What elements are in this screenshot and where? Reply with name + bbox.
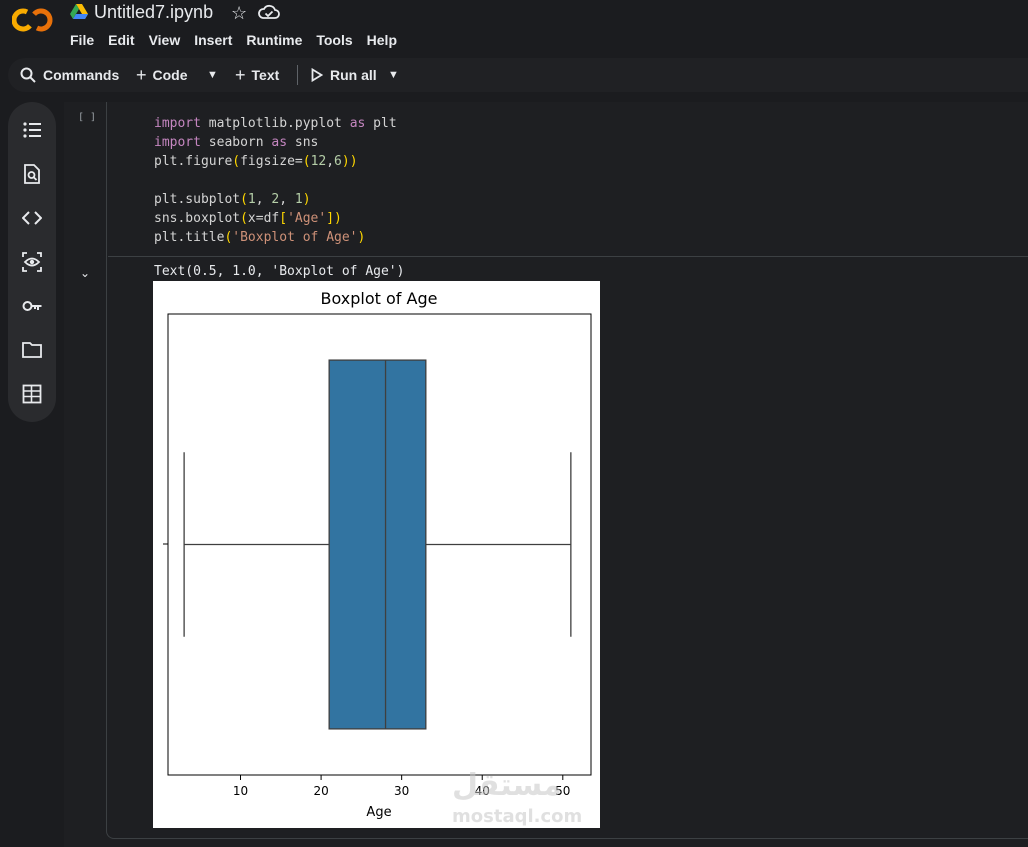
plus-icon: +: [136, 64, 147, 85]
cell-output-text: Text(0.5, 1.0, 'Boxplot of Age'): [154, 264, 405, 279]
left-sidebar: [8, 102, 56, 422]
chart-title: Boxplot of Age: [321, 289, 438, 308]
play-icon: [311, 68, 323, 82]
menu-bar: File Edit View Insert Runtime Tools Help: [70, 32, 411, 48]
commands-button[interactable]: Commands: [20, 58, 119, 92]
search-icon: [20, 67, 36, 83]
code-line: import seaborn as sns: [154, 135, 319, 150]
data-table-icon[interactable]: [22, 384, 42, 404]
add-text-label: Text: [251, 67, 280, 83]
add-code-button[interactable]: + Code: [136, 58, 188, 92]
secrets-icon[interactable]: [22, 296, 42, 316]
code-editor[interactable]: import matplotlib.pyplot as plt import s…: [154, 114, 397, 247]
add-code-dropdown[interactable]: ▼: [207, 58, 218, 92]
top-bar: Untitled7.ipynb ☆ File Edit View Insert …: [0, 0, 1028, 54]
menu-help[interactable]: Help: [367, 32, 397, 48]
files-icon[interactable]: [22, 340, 42, 360]
iqr-box: [328, 359, 427, 730]
menu-edit[interactable]: Edit: [108, 32, 134, 48]
colab-logo[interactable]: [12, 5, 54, 35]
menu-insert[interactable]: Insert: [194, 32, 232, 48]
cell-output-divider: [108, 256, 1028, 257]
x-tick-label: 30: [394, 784, 409, 798]
run-cell-indicator[interactable]: [ ]: [78, 112, 96, 123]
code-line: import matplotlib.pyplot as plt: [154, 116, 397, 131]
caret-down-icon: ▼: [388, 69, 399, 81]
caret-down-icon: ▼: [207, 69, 218, 81]
x-tick-label: 10: [233, 784, 248, 798]
watermark-arabic: مستقل: [452, 768, 562, 803]
find-icon[interactable]: [22, 164, 42, 184]
toolbar-separator: [297, 65, 298, 85]
google-drive-icon[interactable]: [70, 4, 88, 20]
run-all-button[interactable]: Run all: [311, 58, 377, 92]
chevron-down-icon[interactable]: ⌄: [80, 266, 90, 280]
star-icon[interactable]: ☆: [231, 3, 247, 24]
code-line: plt.figure(figsize=(12,6)): [154, 154, 358, 169]
code-line: plt.subplot(1, 2, 1): [154, 192, 311, 207]
boxplot-figure: Boxplot of Age 10 20 30 40 50 Age: [153, 281, 600, 828]
variables-icon[interactable]: [22, 252, 42, 272]
menu-file[interactable]: File: [70, 32, 94, 48]
watermark-latin: mostaql.com: [452, 806, 583, 827]
menu-view[interactable]: View: [149, 32, 181, 48]
cloud-saved-icon[interactable]: [258, 4, 280, 20]
toc-icon[interactable]: [22, 120, 42, 140]
run-all-dropdown[interactable]: ▼: [388, 58, 399, 92]
code-snippets-icon[interactable]: [22, 208, 42, 228]
menu-tools[interactable]: Tools: [316, 32, 352, 48]
code-line: plt.title('Boxplot of Age'): [154, 230, 366, 245]
menu-runtime[interactable]: Runtime: [246, 32, 302, 48]
x-axis-label: Age: [366, 805, 391, 820]
add-text-button[interactable]: + Text: [235, 58, 279, 92]
commands-label: Commands: [43, 67, 120, 83]
add-code-label: Code: [152, 67, 188, 83]
mostaql-watermark: مستقل mostaql.com: [452, 768, 582, 830]
plus-icon: +: [235, 64, 246, 85]
run-all-label: Run all: [330, 67, 377, 83]
code-line: sns.boxplot(x=df['Age']): [154, 211, 342, 226]
boxplot-chart: Boxplot of Age 10 20 30 40 50 Age: [163, 289, 592, 820]
notebook-title[interactable]: Untitled7.ipynb: [94, 2, 213, 23]
x-tick-label: 20: [313, 784, 328, 798]
